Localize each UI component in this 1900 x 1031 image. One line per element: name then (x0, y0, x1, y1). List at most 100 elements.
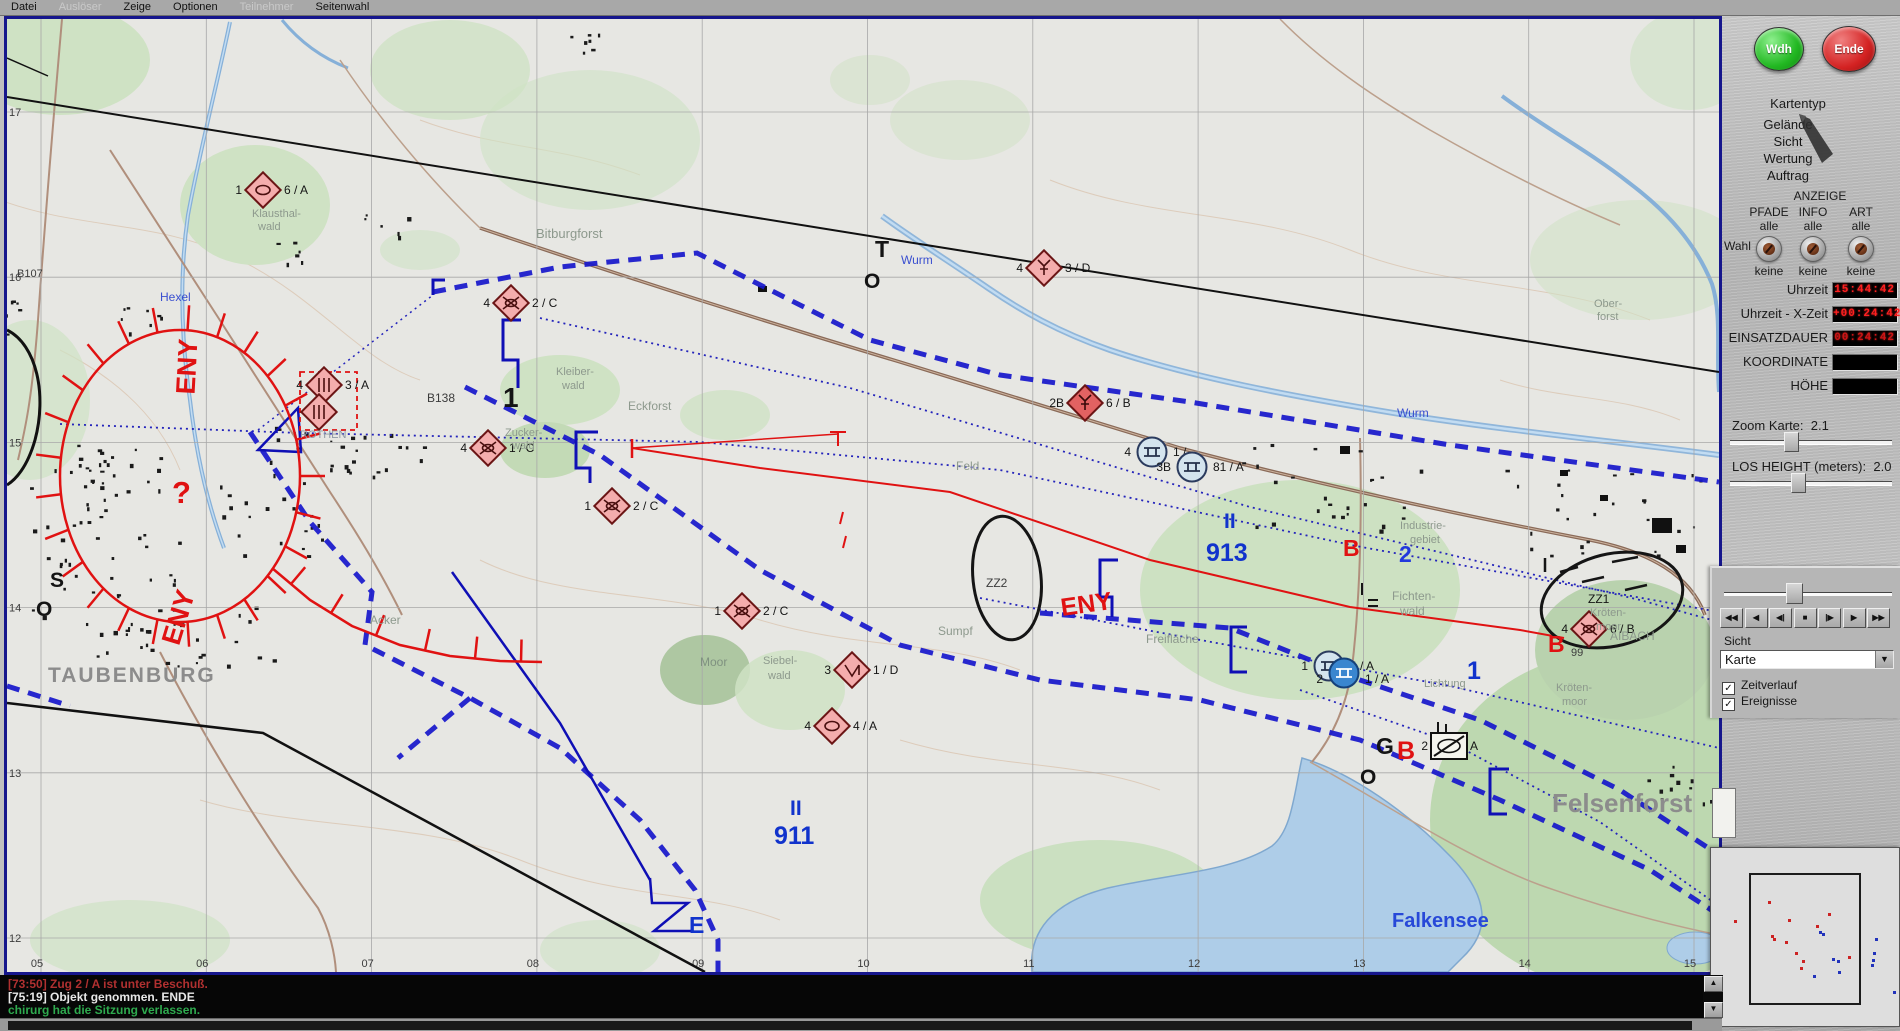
los-height-slider-thumb[interactable] (1791, 473, 1806, 493)
map-label: Wurm (1397, 406, 1429, 420)
unit-label-left: 4 (804, 719, 811, 733)
grid-label: 11 (1023, 958, 1034, 970)
scroll-down-icon[interactable]: ▼ (1704, 1002, 1723, 1018)
map-label: 1 (1467, 657, 1481, 685)
message-scrollbar[interactable]: ▲ ▼ (1703, 975, 1723, 1018)
playback-button-3[interactable]: ■ (1793, 608, 1817, 628)
minimap-blue-dot (1837, 960, 1840, 963)
info-knob[interactable] (1800, 236, 1826, 262)
map-label: gebiet (1410, 534, 1440, 546)
map-label: Hexel (160, 290, 191, 304)
minimap-red-dot (1768, 901, 1771, 904)
tactical-map[interactable]: 05 06 07 08 09 10 11 12 13 14 15171615141312 (7, 19, 1719, 972)
unit-label-right: 2 / C (763, 604, 789, 618)
led-display: +00:24:42 (1832, 306, 1900, 323)
log-message: [75:19] Objekt genommen. ENDE (8, 990, 195, 1004)
checkbox-row-zeitverlauf: ✓ Zeitverlauf (1722, 678, 1797, 695)
unit-label-left: 1 (584, 499, 591, 513)
led-display (1832, 378, 1898, 395)
sicht-label: Sicht (1724, 634, 1751, 648)
map-label: Moor (700, 655, 727, 669)
minimap-red-dot (1734, 920, 1737, 923)
clock-label: Uhrzeit (1786, 282, 1828, 297)
unit-label-left: 4 (1124, 445, 1131, 459)
map-label: Kröten- (1590, 607, 1626, 619)
anzeige-col-art: ART alle keine (1831, 205, 1891, 278)
minimap-red-dot (1848, 956, 1851, 959)
map-label: Felsenforst (1552, 788, 1692, 818)
grid-label: 14 (1519, 958, 1531, 970)
sicht-dropdown-value: Karte (1725, 652, 1757, 667)
menu-zeige[interactable]: Zeige (112, 0, 162, 15)
map-label: S (50, 569, 64, 592)
minimap-blue-dot (1875, 938, 1878, 941)
menu-bar: Datei Auslöser Zeige Optionen Teilnehmer Seit… (0, 0, 1900, 16)
menu-datei[interactable]: Datei (0, 0, 48, 15)
playback-panel: ◀◀ ◀ ◀| ■ |▶ ▶ ▶▶ Sicht Karte ▼ ✓ Zeitverlauf ✓ E… (1710, 566, 1900, 718)
playback-button-2[interactable]: ◀| (1769, 608, 1792, 628)
map-label: ENY (171, 338, 204, 395)
map-label: Kröten- (1556, 682, 1592, 694)
unit-label-left: 1 (235, 183, 242, 197)
menu-teilnehmer: Teilnehmer (239, 1, 294, 13)
grid-label: 06 (196, 958, 208, 970)
unit-label-left: 1 (1301, 659, 1308, 673)
overview-minimap[interactable] (1710, 847, 1900, 1027)
unit-label-left: 3 (824, 663, 831, 677)
map-label: moor (1562, 696, 1587, 708)
led-display: 00:24:42 (1832, 330, 1898, 347)
scroll-up-icon[interactable]: ▲ (1704, 976, 1723, 992)
sicht-dropdown[interactable]: Karte ▼ (1720, 650, 1894, 669)
unit-type-icon (733, 604, 751, 618)
map-label: O (1360, 766, 1376, 789)
map-viewport[interactable]: 05 06 07 08 09 10 11 12 13 14 15 17 16 15 14 13 12 (4, 16, 1722, 975)
minimap-blue-dot (1893, 991, 1896, 994)
menu-seitenwahl[interactable]: Seitenwahl (304, 0, 380, 15)
map-label: Feld (956, 459, 979, 473)
message-log: [73:50] Zug 2 / A ist unter Beschuß. [75:… (0, 975, 1703, 1018)
minimap-red-dot (1795, 952, 1798, 955)
los-height-slider[interactable] (1730, 481, 1892, 486)
grid-label: 12 (1188, 958, 1200, 970)
map-label: 913 (1206, 539, 1248, 567)
kartentyp-option-auftrag[interactable]: Auftrag (1726, 167, 1850, 184)
minimap-red-dot (1788, 919, 1791, 922)
pfade-knob[interactable] (1756, 236, 1782, 262)
playback-button-4[interactable]: |▶ (1818, 608, 1841, 628)
grid-label: 05 (31, 958, 43, 970)
checkbox-ereignisse[interactable]: ✓ (1722, 698, 1735, 711)
map-label: Acker (370, 613, 401, 627)
minimap-viewport-rect[interactable] (1749, 873, 1861, 1005)
unit-label-right: 3 / A (345, 378, 369, 392)
zoom-karte-slider[interactable] (1730, 440, 1892, 445)
unit-type-icon (502, 296, 520, 310)
horizontal-scrollbar-thumb[interactable] (8, 1021, 1692, 1030)
playback-button-6[interactable]: ▶▶ (1867, 608, 1890, 628)
map-label: wald (257, 221, 281, 233)
map-label: Fichten- (1392, 589, 1435, 603)
time-slider-thumb[interactable] (1786, 583, 1803, 604)
playback-button-5[interactable]: ▶ (1842, 608, 1866, 628)
time-slider[interactable] (1724, 592, 1892, 596)
minimap-blue-dot (1871, 964, 1874, 967)
grid-label: 10 (857, 958, 869, 970)
map-label: Sumpf (938, 624, 973, 638)
horizontal-scrollbar[interactable] (0, 1018, 1722, 1031)
unit-label-left: 2B (1049, 396, 1064, 410)
grid-label: 08 (527, 958, 539, 970)
map-label: 911 (774, 822, 814, 850)
led-display (1832, 354, 1898, 371)
playback-button-1[interactable]: ◀ (1744, 608, 1768, 628)
unit-label-right: 3 / D (1065, 261, 1091, 275)
wdh-button[interactable]: Wdh (1754, 27, 1804, 71)
ende-button[interactable]: Ende (1822, 26, 1876, 72)
playback-button-0[interactable]: ◀◀ (1720, 608, 1743, 628)
map-label: B107 (17, 268, 43, 280)
map-label: Kleiber- (556, 366, 594, 378)
chevron-down-icon[interactable]: ▼ (1875, 651, 1893, 668)
art-knob[interactable] (1848, 236, 1874, 262)
clock-label: KOORDINATE (1743, 354, 1828, 369)
zoom-karte-slider-thumb[interactable] (1784, 432, 1799, 452)
menu-optionen[interactable]: Optionen (162, 0, 229, 15)
unit-label-left: 4 (296, 378, 303, 392)
